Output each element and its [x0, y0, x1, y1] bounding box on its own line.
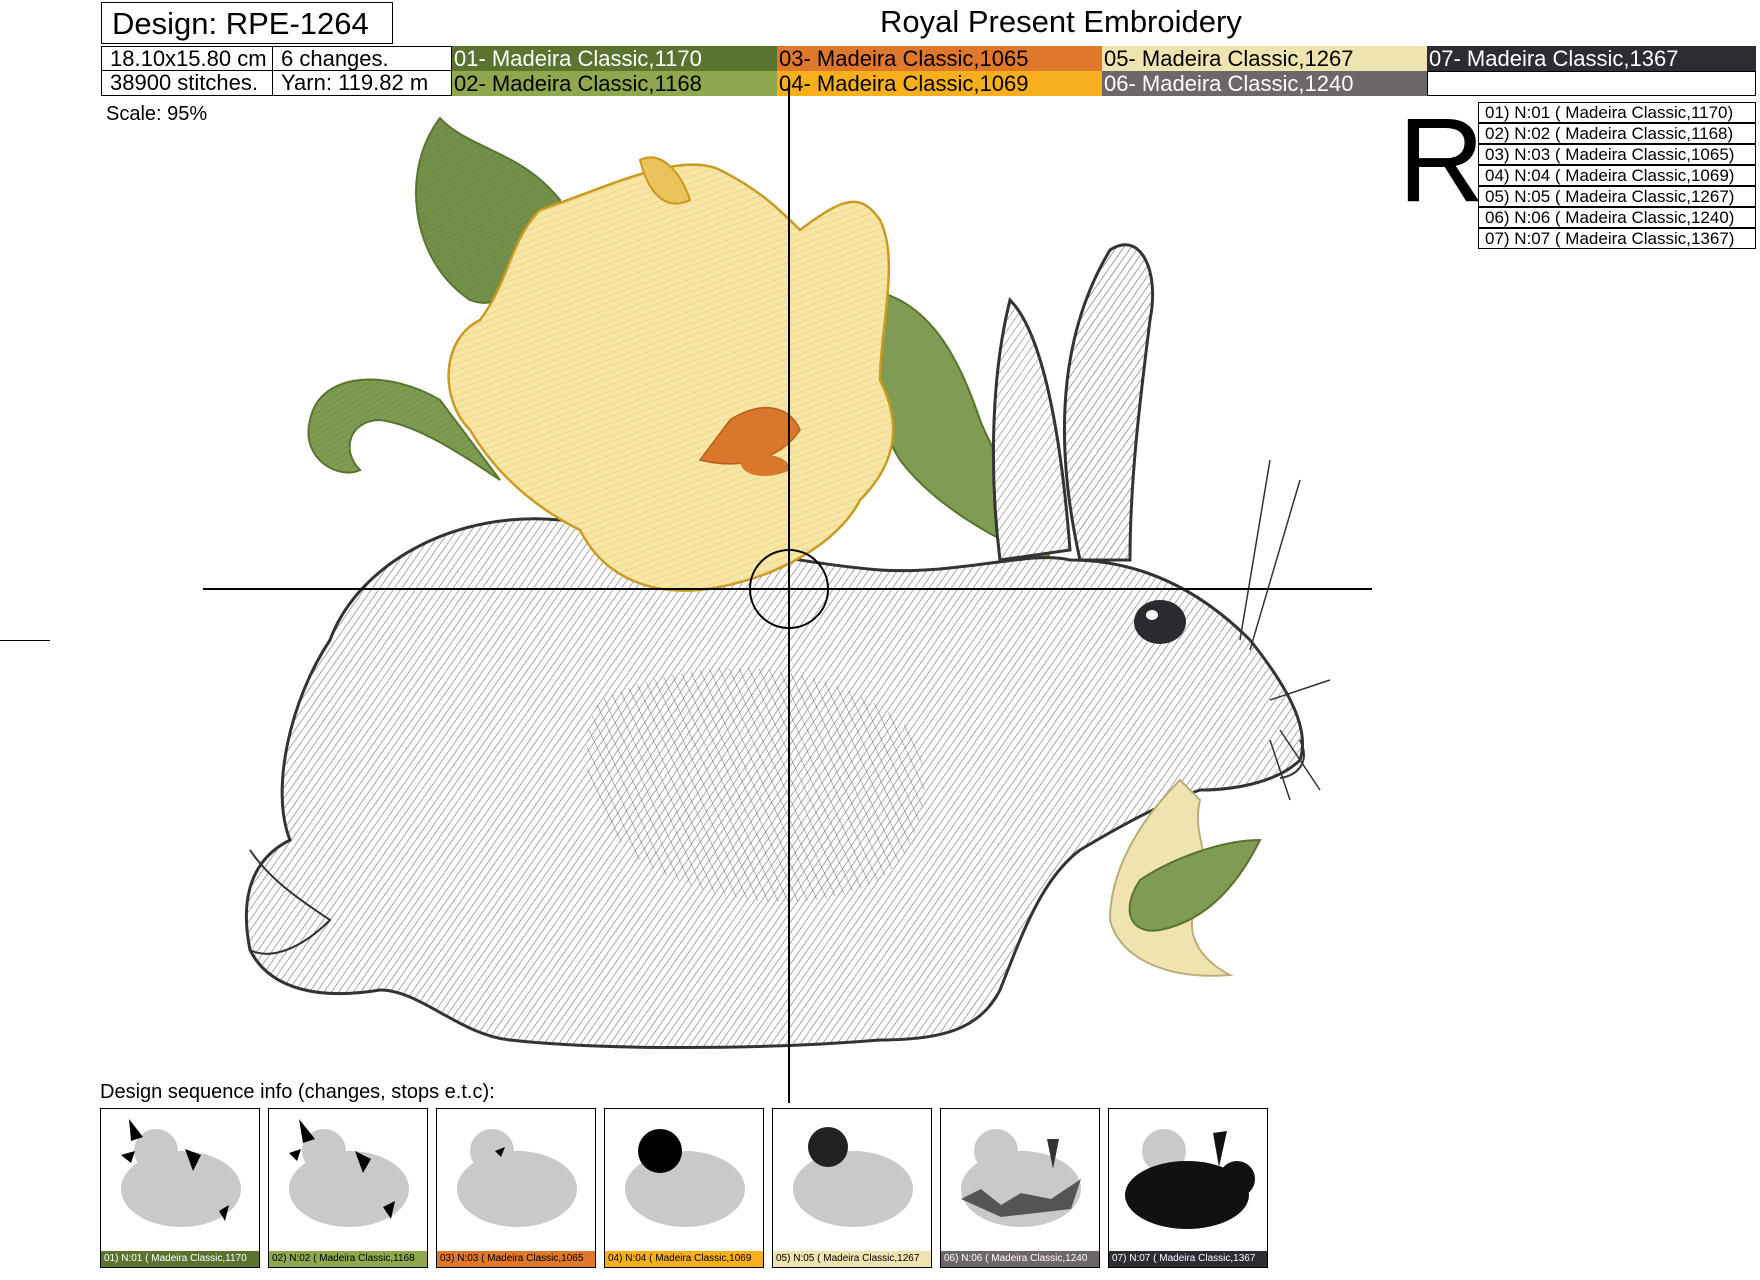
step-label: 04) N:04 ( Madeira Classic,1069 — [605, 1251, 763, 1267]
step-thumbnail-icon — [605, 1109, 763, 1249]
sequence-step: 06) N:06 ( Madeira Classic,1240 — [940, 1108, 1100, 1268]
sequence-step: 02) N:02 ( Madeira Classic,1168 — [268, 1108, 428, 1268]
sequence-title: Design sequence info (changes, stops e.t… — [100, 1080, 495, 1104]
step-label: 01) N:01 ( Madeira Classic,1170 — [101, 1251, 259, 1267]
step-label: 05) N:05 ( Madeira Classic,1267 — [773, 1251, 931, 1267]
sequence-step: 04) N:04 ( Madeira Classic,1069 — [604, 1108, 764, 1268]
step-thumbnail-icon — [269, 1109, 427, 1249]
step-label: 07) N:07 ( Madeira Classic,1367 — [1109, 1251, 1267, 1267]
step-thumbnail-icon — [773, 1109, 931, 1249]
step-label: 03) N:03 ( Madeira Classic,1065 — [437, 1251, 595, 1267]
step-thumbnail-icon — [941, 1109, 1099, 1249]
sequence-step: 01) N:01 ( Madeira Classic,1170 — [100, 1108, 260, 1268]
step-label: 06) N:06 ( Madeira Classic,1240 — [941, 1251, 1099, 1267]
step-label: 02) N:02 ( Madeira Classic,1168 — [269, 1251, 427, 1267]
sequence-step: 03) N:03 ( Madeira Classic,1065 — [436, 1108, 596, 1268]
step-thumbnail-icon — [1109, 1109, 1267, 1249]
sequence-step: 07) N:07 ( Madeira Classic,1367 — [1108, 1108, 1268, 1268]
sequence-step: 05) N:05 ( Madeira Classic,1267 — [772, 1108, 932, 1268]
step-thumbnail-icon — [437, 1109, 595, 1249]
step-thumbnail-icon — [101, 1109, 259, 1249]
